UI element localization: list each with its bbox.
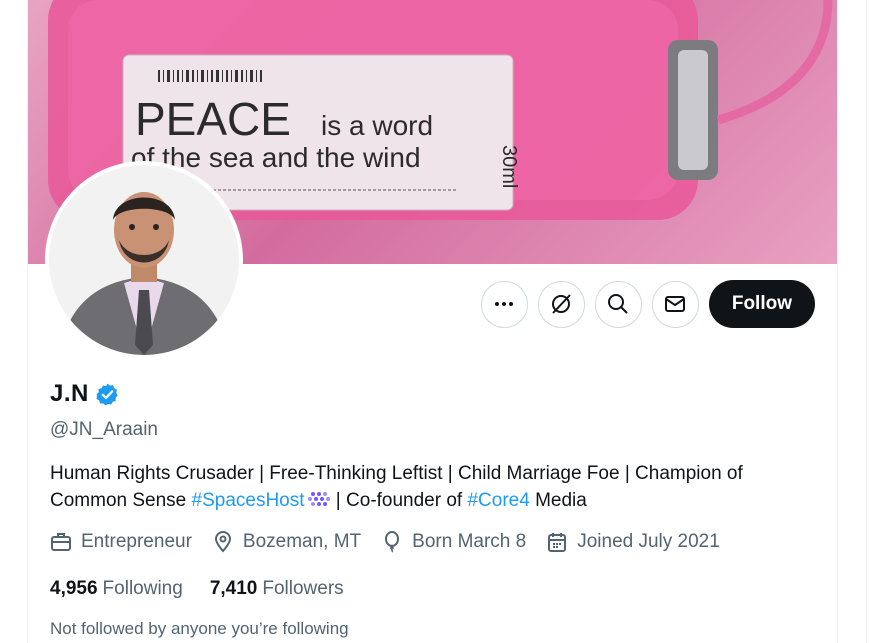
- banner-label-line1: is a word: [321, 110, 433, 141]
- meta-location-text: Bozeman, MT: [242, 531, 362, 552]
- meta-profession-text: Entrepreneur: [81, 531, 192, 552]
- balloon-icon: [385, 531, 400, 553]
- no-notify-button[interactable]: [537, 280, 585, 328]
- followers-label: Followers: [262, 578, 344, 599]
- meta-birthday-text: Born March 8: [412, 531, 527, 552]
- calendar-icon: [548, 533, 567, 552]
- meta-birthday: Born March 8: [381, 531, 526, 553]
- right-sidebar-edge: [866, 0, 878, 643]
- hashtag-link-spaceshost[interactable]: #SpacesHost: [192, 490, 305, 511]
- display-name: J.N: [50, 380, 89, 407]
- following-link[interactable]: 4,956 Following: [50, 578, 183, 600]
- meta-joined-text: Joined July 2021: [577, 531, 720, 552]
- not-followed-notice: Not followed by anyone you’re following: [50, 619, 349, 638]
- meta-joined: Joined July 2021: [546, 531, 720, 553]
- hashtag-link-core4[interactable]: #Core4: [467, 490, 529, 511]
- avatar[interactable]: [49, 165, 239, 355]
- location-pin-icon: [214, 531, 231, 553]
- bio: Human Rights Crusader | Free-Thinking Le…: [50, 460, 810, 514]
- meta-profession: Entrepreneur: [50, 531, 192, 553]
- profile-meta: Entrepreneur Bozeman, MT Born March 8 Jo…: [50, 531, 720, 553]
- follow-stats: 4,956 Following 7,410 Followers: [50, 578, 344, 600]
- envelope-icon: [665, 296, 686, 312]
- followers-count: 7,410: [209, 578, 258, 599]
- more-button[interactable]: [480, 280, 528, 328]
- banner-label-volume: 30ml: [498, 145, 520, 188]
- spaces-dots-icon: [307, 492, 330, 506]
- banner-label-main: PEACE: [135, 93, 291, 145]
- no-notify-icon: [552, 294, 572, 314]
- followers-link[interactable]: 7,410 Followers: [210, 578, 344, 600]
- bio-text-2: | Co-founder of: [330, 490, 468, 511]
- briefcase-icon: [51, 533, 71, 551]
- message-button[interactable]: [651, 280, 699, 328]
- bio-text-3: Media: [529, 490, 587, 511]
- more-dots-icon: [495, 302, 514, 306]
- meta-location: Bozeman, MT: [212, 531, 361, 553]
- search-button[interactable]: [594, 280, 642, 328]
- search-icon: [608, 294, 629, 314]
- following-count: 4,956: [50, 578, 98, 599]
- handle: @JN_Araain: [50, 419, 158, 440]
- profile-actions: Follow: [480, 280, 815, 328]
- avatar-portrait: [49, 165, 239, 355]
- profile-column: PEACE is a word of the sea and the wind …: [27, 0, 838, 643]
- name-row: J.N: [50, 380, 120, 408]
- verified-badge-icon[interactable]: [95, 382, 120, 407]
- follow-button[interactable]: Follow: [708, 280, 815, 328]
- banner-label-line2: of the sea and the wind: [131, 142, 421, 173]
- following-label: Following: [102, 578, 183, 599]
